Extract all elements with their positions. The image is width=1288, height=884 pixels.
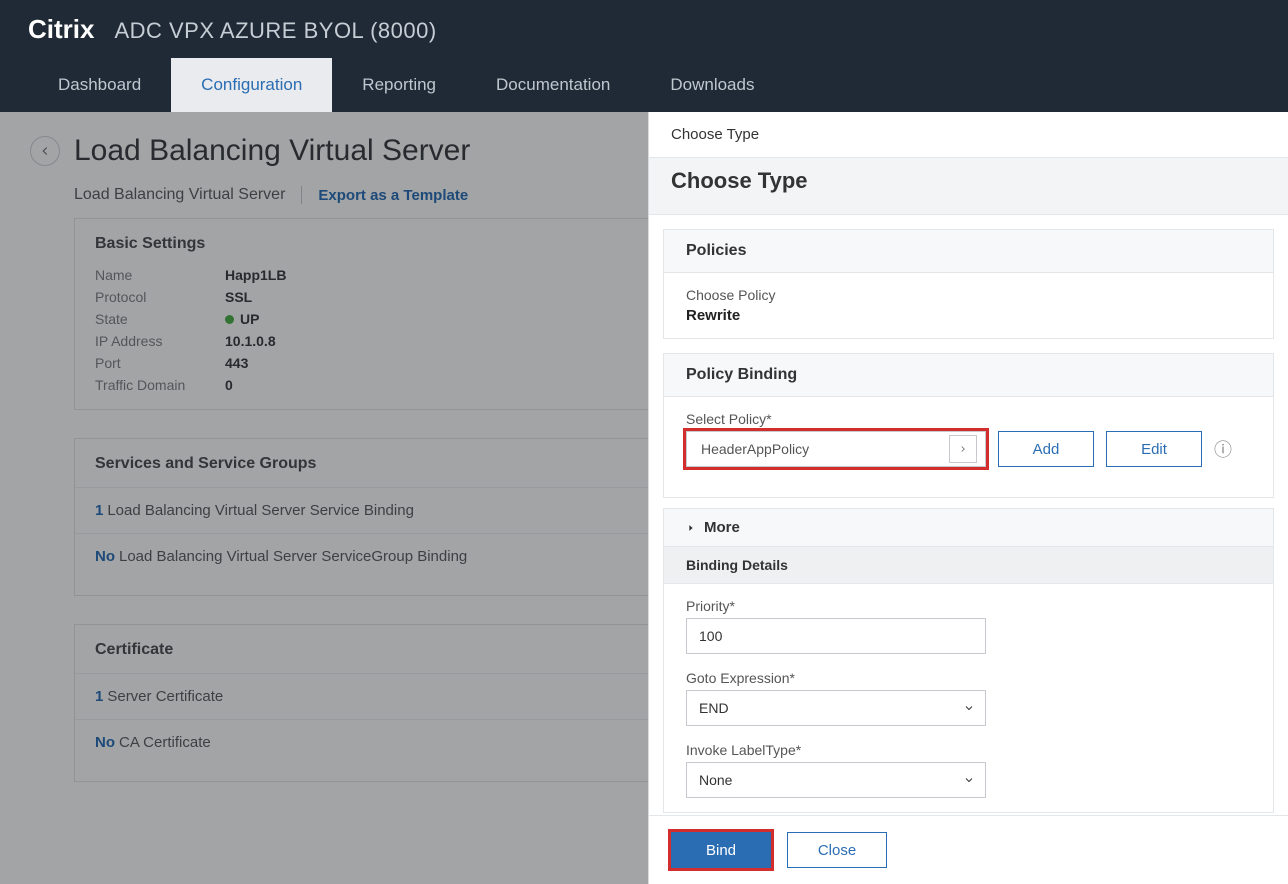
main-nav: Dashboard Configuration Reporting Docume…: [0, 58, 1288, 112]
choose-policy-label: Choose Policy: [686, 287, 1251, 303]
tab-downloads[interactable]: Downloads: [640, 58, 784, 112]
choose-type-panel: Choose Type Choose Type Policies Choose …: [648, 112, 1288, 884]
select-policy-label: Select Policy*: [686, 411, 1251, 427]
app-header: Citrix ADC VPX AZURE BYOL (8000): [0, 0, 1288, 58]
goto-expression-label: Goto Expression*: [686, 670, 1251, 686]
choose-policy-value: Rewrite: [686, 307, 1251, 324]
priority-input[interactable]: [686, 618, 986, 654]
edit-button[interactable]: Edit: [1106, 431, 1202, 467]
chevron-down-icon: [963, 774, 975, 786]
select-policy-picker[interactable]: HeaderAppPolicy: [686, 431, 986, 467]
chevron-down-icon: [963, 702, 975, 714]
goto-expression-value: END: [699, 700, 729, 716]
close-button[interactable]: Close: [787, 832, 887, 868]
content-area: Load Balancing Virtual Server Load Balan…: [0, 112, 1288, 884]
goto-expression-select[interactable]: END: [686, 690, 986, 726]
invoke-labeltype-select[interactable]: None: [686, 762, 986, 798]
binding-details-body: Priority* Goto Expression* END Invoke La…: [663, 584, 1274, 813]
brand: Citrix ADC VPX AZURE BYOL (8000): [28, 14, 437, 45]
select-policy-row: HeaderAppPolicy Add Edit ⓘ: [686, 431, 1251, 467]
info-icon[interactable]: ⓘ: [1214, 436, 1232, 462]
tab-configuration[interactable]: Configuration: [171, 58, 332, 112]
policies-header: Policies: [663, 229, 1274, 273]
tab-dashboard[interactable]: Dashboard: [28, 58, 171, 112]
policy-binding-body: Select Policy* HeaderAppPolicy Add Edit …: [663, 397, 1274, 498]
policy-binding-header: Policy Binding: [663, 353, 1274, 397]
binding-details-header: Binding Details: [663, 547, 1274, 584]
more-toggle[interactable]: More: [663, 508, 1274, 547]
caret-right-icon: [686, 523, 696, 533]
tab-reporting[interactable]: Reporting: [332, 58, 466, 112]
panel-footer: Bind Close: [649, 815, 1288, 884]
chevron-right-icon: [949, 435, 977, 463]
panel-title: Choose Type: [649, 157, 1288, 215]
add-button[interactable]: Add: [998, 431, 1094, 467]
tab-documentation[interactable]: Documentation: [466, 58, 640, 112]
more-label: More: [704, 519, 740, 536]
invoke-labeltype-value: None: [699, 772, 732, 788]
brand-name: Citrix: [28, 14, 94, 44]
invoke-labeltype-label: Invoke LabelType*: [686, 742, 1251, 758]
priority-label: Priority*: [686, 598, 1251, 614]
policies-body: Choose Policy Rewrite: [663, 273, 1274, 339]
bind-button[interactable]: Bind: [671, 832, 771, 868]
select-policy-value: HeaderAppPolicy: [701, 441, 809, 457]
panel-breadcrumb: Choose Type: [649, 112, 1288, 157]
brand-suffix: ADC VPX AZURE BYOL (8000): [114, 18, 436, 43]
